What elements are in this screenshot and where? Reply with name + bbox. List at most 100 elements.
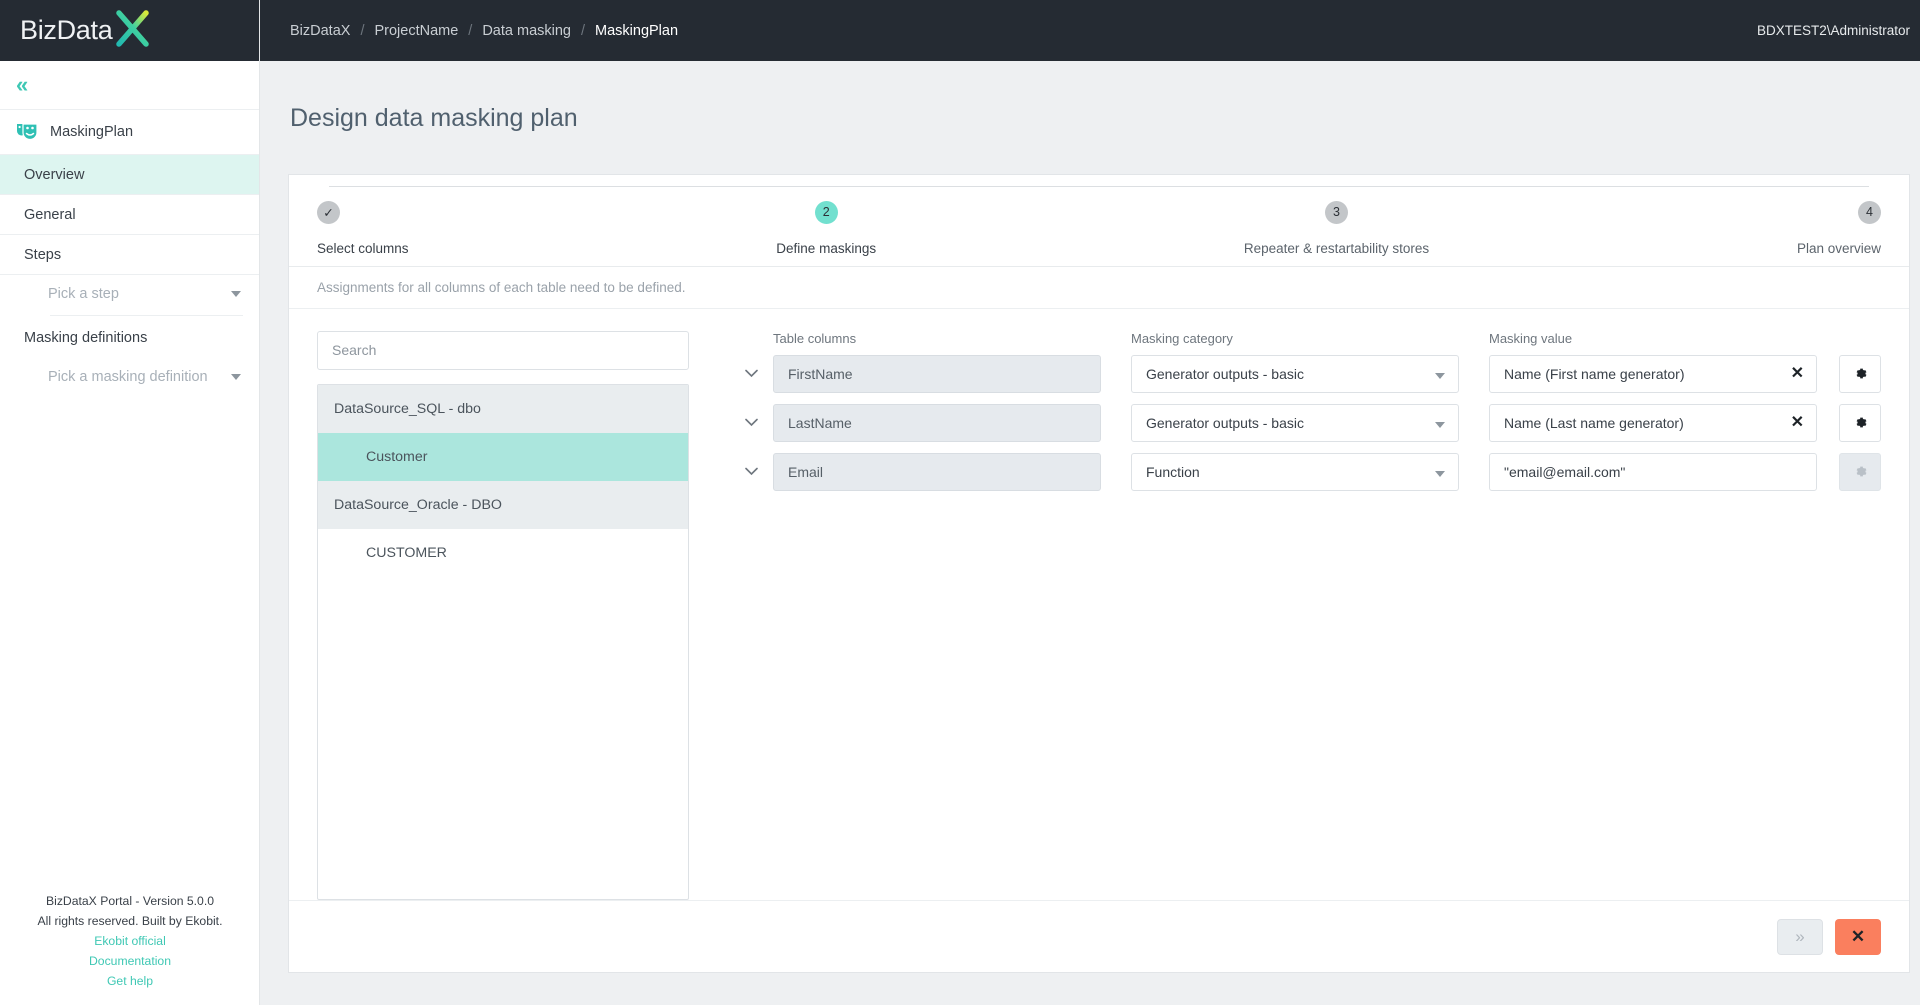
- masking-value-text: "email@email.com": [1504, 463, 1626, 480]
- row-settings-button-disabled: [1839, 452, 1881, 491]
- double-chevron-left-icon[interactable]: «: [16, 74, 28, 96]
- assignments-hint: Assignments for all columns of each tabl…: [289, 267, 1909, 309]
- expand-row-chevron-down-icon[interactable]: [745, 418, 773, 427]
- expand-row-chevron-down-icon[interactable]: [745, 369, 773, 378]
- stepper-step-select-columns[interactable]: ✓ Select columns: [317, 200, 409, 256]
- breadcrumb-item-maskingplan[interactable]: MaskingPlan: [595, 23, 678, 39]
- row-settings-button[interactable]: [1839, 354, 1881, 393]
- stepper-connector-line: [329, 185, 1869, 187]
- masking-category-select-wrap: Generator outputs - basic: [1131, 354, 1459, 393]
- masking-value-field[interactable]: Name (Last name generator) ✕: [1489, 403, 1817, 442]
- sidebar-footer: BizDataX Portal - Version 5.0.0 All righ…: [0, 891, 260, 991]
- table-column-value: LastName: [773, 403, 1101, 442]
- step-bubble: 2: [814, 200, 838, 224]
- chevron-down-icon: [1435, 470, 1445, 477]
- sidebar-item-label: Masking definitions: [24, 330, 148, 346]
- svg-text:BizData: BizData: [20, 15, 114, 45]
- gear-icon: [1856, 368, 1866, 379]
- page-bottom-spacer: [260, 973, 1920, 1005]
- table-column-field-wrap: FirstName: [773, 354, 1101, 393]
- footer-link-documentation[interactable]: Documentation: [0, 951, 260, 971]
- sidebar-collapse-button[interactable]: «: [0, 61, 259, 110]
- masking-value-field[interactable]: "email@email.com": [1489, 452, 1817, 491]
- wizard-card: ✓ Select columns 2 Define maskings 3 Rep…: [288, 173, 1910, 973]
- footer-link-get-help[interactable]: Get help: [0, 971, 260, 991]
- step-label: Repeater & restartability stores: [1243, 240, 1430, 256]
- tree-group-datasource-oracle[interactable]: DataSource_Oracle - DBO: [318, 480, 688, 529]
- tree-node-label: DataSource_Oracle - DBO: [334, 496, 502, 513]
- header-table-columns: Table columns: [773, 330, 857, 346]
- step-label: Plan overview: [1796, 240, 1881, 256]
- masking-row: LastName Generator outputs - basic Name …: [745, 403, 1881, 442]
- masking-definition-picker-dropdown[interactable]: Pick a masking definition: [0, 358, 259, 396]
- cancel-button[interactable]: ✕: [1835, 918, 1881, 955]
- step-bubble: ✓: [317, 200, 340, 224]
- sidebar-plan-header[interactable]: MaskingPlan: [0, 110, 259, 155]
- gear-icon: [1856, 466, 1866, 477]
- row-settings-button[interactable]: [1839, 403, 1881, 442]
- tree-node-label: DataSource_SQL - dbo: [334, 400, 481, 417]
- masking-category-select[interactable]: Function: [1131, 452, 1459, 491]
- masking-value-text: Name (First name generator): [1504, 365, 1685, 382]
- wizard-stepper: ✓ Select columns 2 Define maskings 3 Rep…: [289, 175, 1909, 267]
- workarea: DataSource_SQL - dbo Customer DataSource…: [289, 309, 1909, 901]
- masking-row: Email Function "email@email.com": [745, 452, 1881, 491]
- step-bubble: 4: [1857, 200, 1881, 224]
- step-label: Define maskings: [776, 240, 877, 256]
- masking-category-value: Generator outputs - basic: [1146, 365, 1304, 382]
- table-tree: DataSource_SQL - dbo Customer DataSource…: [317, 383, 689, 900]
- masking-category-select[interactable]: Generator outputs - basic: [1131, 403, 1459, 442]
- step-bubble: 3: [1325, 200, 1349, 224]
- sidebar-item-label: Steps: [24, 246, 62, 263]
- breadcrumb-separator: /: [360, 22, 365, 39]
- step-picker-dropdown[interactable]: Pick a step: [0, 275, 259, 313]
- breadcrumb-item-bizdatax[interactable]: BizDataX: [290, 23, 350, 39]
- topbar: BizDataX / ProjectName / Data masking / …: [260, 0, 1920, 61]
- chevron-down-icon: [231, 291, 241, 297]
- tree-group-datasource-sql[interactable]: DataSource_SQL - dbo: [318, 384, 688, 433]
- chevron-down-icon: [1435, 372, 1445, 379]
- stepper-step-define-maskings[interactable]: 2 Define maskings: [776, 200, 877, 256]
- header-masking-value: Masking value: [1489, 330, 1573, 346]
- breadcrumb-separator: /: [468, 22, 473, 39]
- masking-value-field-wrap: Name (First name generator) ✕: [1489, 354, 1817, 393]
- footer-link-ekobit-official[interactable]: Ekobit official: [0, 931, 260, 951]
- masking-value-field-wrap: "email@email.com": [1489, 452, 1817, 491]
- masking-category-select-wrap: Function: [1131, 452, 1459, 491]
- page-title: Design data masking plan: [260, 77, 1920, 157]
- table-tree-panel: DataSource_SQL - dbo Customer DataSource…: [317, 330, 689, 900]
- stepper-step-repeater-restartability[interactable]: 3 Repeater & restartability stores: [1243, 200, 1430, 256]
- app-root: BizData « MaskingPlan Overview General S…: [0, 0, 1920, 1005]
- brand-logo[interactable]: BizData: [0, 0, 259, 61]
- clear-icon[interactable]: ✕: [1791, 414, 1804, 432]
- masking-category-select[interactable]: Generator outputs - basic: [1131, 354, 1459, 393]
- sidebar-item-steps[interactable]: Steps: [0, 235, 259, 275]
- masking-value-field[interactable]: Name (First name generator) ✕: [1489, 354, 1817, 393]
- current-user-label[interactable]: BDXTEST2\Administrator: [1757, 23, 1910, 38]
- tree-node-label: Customer: [366, 448, 428, 465]
- tree-node-label: CUSTOMER: [366, 544, 447, 561]
- chevron-down-icon: [1435, 421, 1445, 428]
- next-step-button[interactable]: »: [1777, 918, 1823, 955]
- stepper-step-plan-overview[interactable]: 4 Plan overview: [1796, 200, 1881, 256]
- table-column-field-wrap: Email: [773, 452, 1101, 491]
- sidebar-item-general[interactable]: General: [0, 195, 259, 235]
- sidebar-plan-label: MaskingPlan: [50, 124, 134, 140]
- masking-row: FirstName Generator outputs - basic Name…: [745, 354, 1881, 393]
- tree-item-customer-oracle[interactable]: CUSTOMER: [318, 528, 688, 577]
- sidebar-item-masking-definitions[interactable]: Masking definitions: [0, 318, 259, 358]
- tree-item-customer[interactable]: Customer: [318, 432, 688, 481]
- breadcrumb-item-projectname[interactable]: ProjectName: [374, 23, 458, 39]
- clear-icon[interactable]: ✕: [1791, 365, 1804, 383]
- sidebar-item-overview[interactable]: Overview: [0, 155, 259, 195]
- footer-version: BizDataX Portal - Version 5.0.0: [46, 894, 214, 908]
- expand-row-chevron-down-icon[interactable]: [745, 467, 773, 476]
- form-column-headers: Table columns Masking category Masking v…: [745, 331, 1881, 346]
- masking-category-value: Function: [1146, 463, 1200, 480]
- breadcrumb-item-data-masking[interactable]: Data masking: [482, 23, 571, 39]
- maskings-form-panel: Table columns Masking category Masking v…: [689, 331, 1881, 901]
- search-input[interactable]: [317, 330, 689, 370]
- chevron-down-icon: [231, 374, 241, 380]
- sidebar: BizData « MaskingPlan Overview General S…: [0, 0, 260, 1005]
- main-area: BizDataX / ProjectName / Data masking / …: [260, 0, 1920, 1005]
